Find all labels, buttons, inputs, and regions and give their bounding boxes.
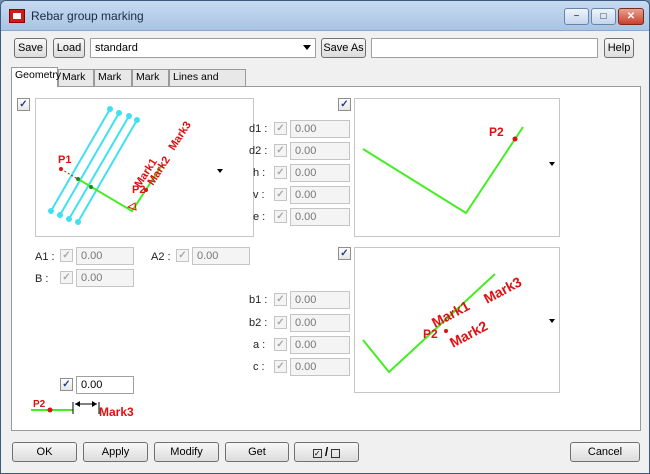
d2-checkbox[interactable]: ✓: [274, 144, 287, 157]
tab-lines-and-symbols[interactable]: Lines and symbols: [169, 69, 246, 98]
maximize-button[interactable]: □: [591, 8, 616, 25]
a1-checkbox[interactable]: ✓: [60, 249, 73, 262]
spacing-p2-label: P2: [33, 399, 46, 410]
save-as-button[interactable]: Save As: [321, 38, 366, 58]
window-title: Rebar group marking: [31, 9, 144, 23]
b2-field[interactable]: 0.00: [290, 314, 350, 332]
a2-label: A2 :: [151, 251, 171, 263]
a-field[interactable]: 0.00: [290, 336, 350, 354]
preview-1-checkbox[interactable]: ✓: [17, 98, 30, 111]
a-checkbox[interactable]: ✓: [274, 338, 287, 351]
mark-layout-diagram: P2 Mark1 Mark2 Mark3: [362, 273, 524, 374]
p1-label: P1: [58, 154, 71, 166]
a1-field[interactable]: 0.00: [76, 247, 134, 265]
save-button[interactable]: Save: [14, 38, 47, 58]
d1-field[interactable]: 0.00: [290, 120, 350, 138]
help-button[interactable]: Help: [604, 38, 634, 58]
tab-mark-3[interactable]: Mark 3: [132, 69, 169, 98]
angle-rebar-diagram: P2: [362, 125, 524, 215]
rebar-group-diagram: P1 P2 Mark1 Mark2 Mark3: [48, 106, 194, 225]
p2-label-2: P2: [489, 125, 504, 139]
d1-checkbox[interactable]: ✓: [274, 122, 287, 135]
unchecked-box-icon: [331, 448, 341, 458]
b2-label: b2 :: [249, 317, 268, 329]
spacing-diagram: P2 Mark3: [31, 399, 134, 419]
preset-select[interactable]: standard: [90, 38, 316, 58]
dialog-window: Rebar group marking − □ ✕ Save Load stan…: [0, 0, 650, 474]
preview-2-dropdown-icon[interactable]: [549, 162, 555, 166]
checked-box-icon: ✓: [312, 448, 322, 458]
b-field[interactable]: 0.00: [76, 269, 134, 287]
h-field[interactable]: 0.00: [290, 164, 350, 182]
a2-checkbox[interactable]: ✓: [176, 249, 189, 262]
minimize-button[interactable]: −: [564, 8, 589, 25]
close-button[interactable]: ✕: [618, 8, 644, 25]
c-checkbox[interactable]: ✓: [274, 360, 287, 373]
chevron-down-icon: [303, 45, 311, 50]
b-checkbox[interactable]: ✓: [60, 271, 73, 284]
b1-checkbox[interactable]: ✓: [274, 293, 287, 306]
toggle-all-button[interactable]: ✓ /: [294, 442, 359, 462]
e-label: e :: [253, 211, 266, 223]
preview-angle-rebar: P2: [354, 98, 560, 237]
h-checkbox[interactable]: ✓: [274, 166, 287, 179]
mark2-label-3: Mark2: [447, 317, 490, 350]
title-bar: Rebar group marking − □ ✕: [1, 1, 649, 31]
apply-button[interactable]: Apply: [83, 442, 148, 462]
mark3-label: Mark3: [166, 119, 193, 152]
c-label: c :: [253, 361, 265, 373]
d2-field[interactable]: 0.00: [290, 142, 350, 160]
spacing-checkbox[interactable]: ✓: [60, 378, 73, 391]
get-button[interactable]: Get: [225, 442, 289, 462]
b2-checkbox[interactable]: ✓: [274, 316, 287, 329]
b1-field[interactable]: 0.00: [290, 291, 350, 309]
b-label: B :: [35, 273, 49, 285]
mark3-label-3: Mark3: [481, 273, 524, 306]
d2-label: d2 :: [249, 145, 268, 157]
h-label: h :: [253, 167, 266, 179]
preview-1-dropdown-icon[interactable]: [217, 169, 223, 173]
spacing-field[interactable]: 0.00: [76, 376, 134, 394]
preview-mark-layout: P2 Mark1 Mark2 Mark3: [354, 247, 560, 393]
load-button[interactable]: Load: [53, 38, 85, 58]
cancel-button[interactable]: Cancel: [570, 442, 640, 462]
a-label: a :: [253, 339, 266, 351]
preset-value: standard: [95, 42, 138, 54]
a2-field[interactable]: 0.00: [192, 247, 250, 265]
ok-button[interactable]: OK: [12, 442, 77, 462]
app-icon: [9, 9, 25, 23]
save-as-name-input[interactable]: [371, 38, 598, 58]
v-checkbox[interactable]: ✓: [274, 188, 287, 201]
a1-label: A1 :: [35, 251, 55, 263]
d1-label: d1 :: [249, 123, 268, 135]
modify-button[interactable]: Modify: [154, 442, 219, 462]
b1-label: b1 :: [249, 294, 268, 306]
v-field[interactable]: 0.00: [290, 186, 350, 204]
toggle-separator: /: [324, 445, 329, 459]
preview-3-dropdown-icon[interactable]: [549, 319, 555, 323]
e-checkbox[interactable]: ✓: [274, 210, 287, 223]
c-field[interactable]: 0.00: [290, 358, 350, 376]
tab-mark-2[interactable]: Mark 2: [94, 69, 132, 98]
v-label: v :: [253, 189, 265, 201]
spacing-mark3-label: Mark3: [99, 405, 134, 419]
tab-geometry[interactable]: Geometry: [11, 67, 61, 87]
preview-rebar-group: P1 P2 Mark1 Mark2 Mark3: [35, 98, 254, 237]
preview-3-checkbox[interactable]: ✓: [338, 247, 351, 260]
tab-mark-1[interactable]: Mark 1: [58, 69, 94, 98]
preview-2-checkbox[interactable]: ✓: [338, 98, 351, 111]
e-field[interactable]: 0.00: [290, 208, 350, 226]
